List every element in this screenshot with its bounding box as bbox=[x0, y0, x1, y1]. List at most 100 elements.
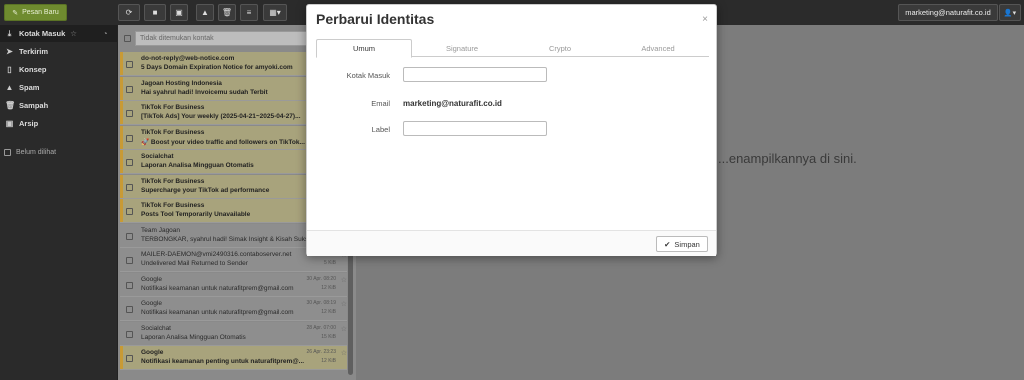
label-input[interactable] bbox=[403, 121, 547, 136]
calendar-button[interactable]: ▦▾ bbox=[263, 4, 287, 21]
folder-sidebar: ⤓ Kotak Masuk ☆ ◔ ➤ Terkirim ▯ Konsep ▲ … bbox=[0, 25, 117, 380]
identity-dialog: Perbarui Identitas × Umum Signature Cryp… bbox=[306, 4, 717, 256]
spam-icon: ▲ bbox=[5, 83, 14, 92]
message-checkbox[interactable] bbox=[126, 281, 133, 289]
email-row: Email marketing@naturafit.co.id bbox=[316, 95, 709, 111]
label-label: Label bbox=[371, 125, 390, 134]
calendar-icon: ▦▾ bbox=[269, 8, 281, 17]
dialog-footer: ✔ Simpan bbox=[307, 230, 716, 256]
account-email[interactable]: marketing@naturafit.co.id bbox=[898, 4, 998, 21]
message-checkbox[interactable] bbox=[126, 110, 133, 117]
message-sender: TikTok For Business bbox=[141, 202, 205, 209]
message-size: 12 KiB bbox=[321, 284, 336, 291]
message-sender: Google bbox=[141, 275, 162, 283]
inbox-icon: ⤓ bbox=[7, 28, 12, 38]
move-button[interactable]: ■ bbox=[144, 4, 166, 21]
message-sender: TikTok For Business bbox=[141, 177, 205, 185]
archive-button[interactable]: ▣ bbox=[170, 4, 188, 21]
list-item[interactable]: Socialchat Laporan Analisa Mingguan Otoma… bbox=[120, 321, 350, 346]
send-icon: ➤ bbox=[6, 47, 13, 56]
sidebar-item-label: Spam bbox=[19, 83, 40, 92]
list-item[interactable]: Google Notifikasi keamanan untuk naturafi… bbox=[120, 272, 350, 297]
message-checkbox[interactable] bbox=[126, 306, 133, 313]
message-sender: MAILER-DAEMON@vmi2490316.contaboserver.n… bbox=[141, 251, 292, 258]
tab-general[interactable]: Umum bbox=[316, 39, 412, 58]
message-checkbox[interactable] bbox=[126, 183, 133, 191]
spam-button[interactable]: ▲ bbox=[196, 4, 214, 21]
message-checkbox[interactable] bbox=[126, 61, 133, 68]
list-item[interactable]: Google Notifikasi keamanan penting untuk … bbox=[120, 346, 350, 370]
message-checkbox[interactable] bbox=[126, 232, 133, 240]
tab-crypto[interactable]: Crypto bbox=[512, 39, 608, 57]
archive-icon: ▣ bbox=[5, 119, 14, 128]
message-checkbox[interactable] bbox=[126, 159, 133, 166]
user-icon: 👤▾ bbox=[1003, 9, 1017, 17]
user-menu-button[interactable]: 👤▾ bbox=[999, 4, 1021, 21]
email-label: Email bbox=[371, 99, 390, 108]
mailbox-input[interactable] bbox=[403, 67, 547, 82]
viewer-hint: ...enampilkannya di sini. bbox=[718, 151, 857, 166]
message-checkbox[interactable] bbox=[126, 85, 133, 93]
sidebar-item-spam[interactable]: ▲ Spam bbox=[0, 79, 117, 96]
delete-button[interactable]: 🗑 bbox=[218, 4, 236, 21]
save-button[interactable]: ✔ Simpan bbox=[656, 236, 708, 252]
star-icon[interactable]: ☆ bbox=[70, 29, 77, 38]
message-checkbox[interactable] bbox=[126, 208, 133, 215]
message-date: 26 Apr. 23:23 bbox=[306, 349, 336, 355]
select-all-checkbox[interactable] bbox=[124, 34, 131, 42]
message-subject: Notifikasi keamanan penting untuk natura… bbox=[141, 358, 305, 365]
message-checkbox[interactable] bbox=[126, 134, 133, 142]
message-sender: Google bbox=[141, 300, 162, 307]
sidebar-item-archive[interactable]: ▣ Arsip bbox=[0, 115, 117, 132]
sidebar-item-label: Terkirim bbox=[19, 47, 49, 56]
message-subject: Notifikasi keamanan untuk naturafitprem@… bbox=[141, 284, 294, 292]
mailbox-label: Kotak Masuk bbox=[346, 71, 390, 80]
message-checkbox[interactable] bbox=[126, 355, 133, 362]
sync-icon[interactable]: ◔ bbox=[103, 29, 108, 38]
list-item[interactable]: Google Notifikasi keamanan untuk naturafi… bbox=[120, 297, 350, 321]
message-size: 5 KiB bbox=[324, 260, 336, 266]
message-checkbox[interactable] bbox=[126, 330, 133, 338]
trash-icon: 🗑 bbox=[5, 101, 16, 110]
tab-signature[interactable]: Signature bbox=[414, 39, 510, 57]
unseen-filter[interactable]: Belum dilihat bbox=[0, 145, 117, 159]
message-checkbox[interactable] bbox=[126, 257, 133, 264]
spam-icon: ▲ bbox=[201, 8, 209, 17]
compose-label: Pesan Baru bbox=[22, 9, 59, 16]
folder-icon: ■ bbox=[152, 8, 158, 17]
sidebar-item-trash[interactable]: 🗑 Sampah bbox=[0, 97, 117, 114]
sidebar-item-label: Arsip bbox=[19, 119, 39, 128]
message-sender: TikTok For Business bbox=[141, 104, 205, 111]
menu-icon: ≡ bbox=[246, 8, 252, 17]
trash-icon: 🗑 bbox=[221, 8, 233, 17]
message-sender: do-not-reply@web-notice.com bbox=[141, 55, 235, 62]
message-sender: Socialchat bbox=[141, 324, 171, 332]
message-sender: Jagoan Hosting Indonesia bbox=[141, 79, 222, 87]
sidebar-item-sent[interactable]: ➤ Terkirim bbox=[0, 43, 117, 60]
refresh-icon: ⟳ bbox=[125, 8, 133, 17]
message-date: 28 Apr. 07:00 bbox=[306, 324, 336, 331]
email-value: marketing@naturafit.co.id bbox=[403, 99, 502, 108]
message-date: 30 Apr. 08:19 bbox=[306, 300, 336, 306]
sidebar-item-label: Konsep bbox=[19, 65, 47, 74]
unseen-checkbox[interactable] bbox=[4, 148, 11, 156]
sidebar-item-inbox[interactable]: ⤓ Kotak Masuk ☆ ◔ bbox=[0, 25, 117, 42]
compose-button[interactable]: ✎ Pesan Baru bbox=[4, 4, 67, 21]
message-subject: Notifikasi keamanan untuk naturafitprem@… bbox=[141, 309, 294, 316]
sidebar-item-label: Kotak Masuk bbox=[19, 29, 66, 38]
dialog-title: Perbarui Identitas bbox=[316, 11, 435, 27]
message-sender: Socialchat bbox=[141, 153, 174, 160]
sidebar-item-drafts[interactable]: ▯ Konsep bbox=[0, 61, 117, 78]
check-icon: ✔ bbox=[664, 239, 671, 249]
refresh-button[interactable]: ⟳ bbox=[118, 4, 140, 21]
message-size: 12 KiB bbox=[321, 309, 336, 315]
archive-icon: ▣ bbox=[175, 8, 183, 17]
more-button[interactable]: ≡ bbox=[240, 4, 258, 21]
draft-icon: ▯ bbox=[7, 65, 12, 74]
tab-advanced[interactable]: Advanced bbox=[610, 39, 706, 57]
message-subject: Undelivered Mail Returned to Sender bbox=[141, 260, 248, 267]
message-sender: TikTok For Business bbox=[141, 128, 205, 136]
dialog-tabs: Umum Signature Crypto Advanced bbox=[316, 39, 709, 58]
message-sender: Team Jagoan bbox=[141, 226, 181, 234]
close-icon[interactable]: × bbox=[702, 14, 708, 25]
